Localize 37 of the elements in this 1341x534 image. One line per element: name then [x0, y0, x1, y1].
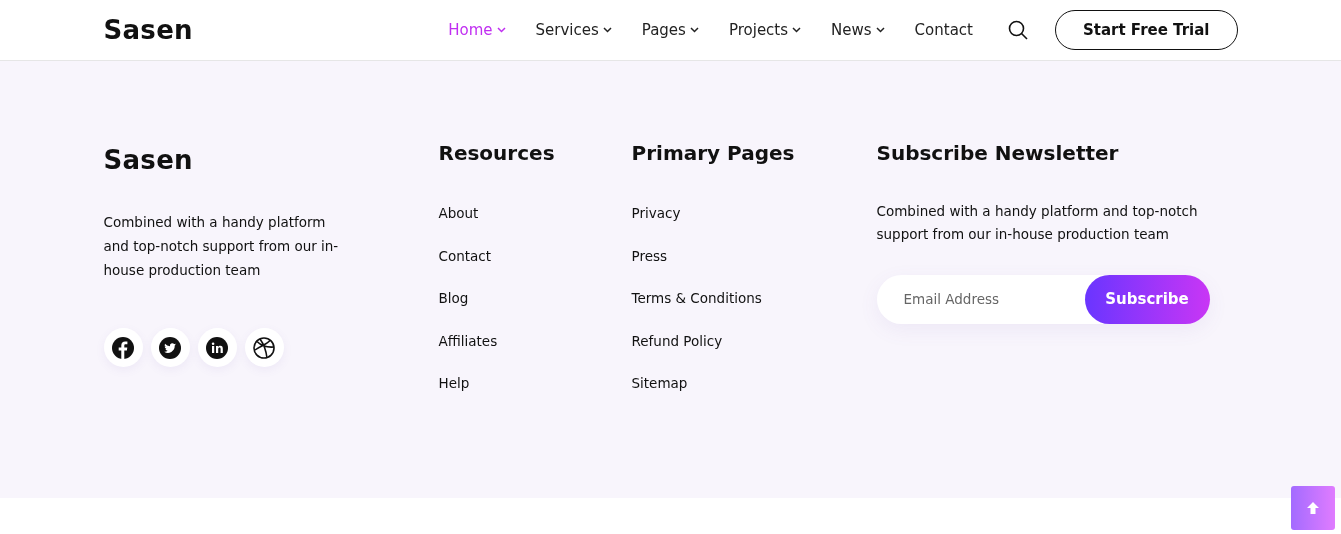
bird-icon	[159, 336, 181, 359]
footer-link[interactable]: Privacy	[631, 203, 877, 223]
nav-link[interactable]: Services	[535, 18, 612, 42]
footer-link[interactable]: About	[438, 203, 632, 223]
start-trial-button[interactable]: Start Free Trial	[1054, 10, 1238, 50]
in-logo-icon	[206, 336, 228, 359]
footer-link[interactable]: Blog	[438, 288, 632, 308]
social-button[interactable]	[197, 328, 237, 367]
nav-link[interactable]: News	[831, 18, 885, 42]
nav-link[interactable]: Pages	[641, 18, 699, 42]
footer-logo: Sasen	[103, 144, 194, 177]
footer-link[interactable]: Refund Policy	[631, 330, 877, 351]
column-heading: Resources	[438, 141, 556, 165]
footer-link[interactable]: Affiliates	[438, 330, 632, 351]
social-button[interactable]	[150, 328, 190, 367]
footer-link[interactable]: Press	[631, 245, 877, 266]
ball-icon	[253, 336, 275, 359]
column-heading: Primary Pages	[631, 141, 796, 165]
footer-link[interactable]: Terms & Conditions	[631, 288, 877, 308]
footer-link[interactable]: Contact	[438, 245, 632, 266]
email-field[interactable]: Email Address Subscribe	[876, 275, 1210, 324]
social-button[interactable]	[244, 328, 284, 367]
nav-link[interactable]: Projects	[728, 18, 802, 42]
back-to-top-button[interactable]	[1291, 486, 1335, 530]
brand-description: Combined with a handy platform and top-notch support from our in-house production team	[103, 213, 340, 280]
newsletter-description: Combined with a handy platform and top-notch support from our in-house production team	[876, 202, 1199, 244]
logo[interactable]: Sasen	[103, 10, 193, 50]
f-logo-icon	[112, 336, 134, 359]
search-icon[interactable]	[1007, 20, 1028, 40]
nav-link[interactable]: Home	[448, 18, 506, 42]
newsletter-heading: Subscribe Newsletter	[876, 141, 1120, 165]
arrow-up-icon	[1307, 502, 1319, 514]
footer-link[interactable]: Help	[438, 373, 632, 393]
social-button[interactable]	[103, 328, 143, 367]
subscribe-button[interactable]: Subscribe	[1084, 275, 1210, 324]
footer-link[interactable]: Sitemap	[631, 373, 877, 393]
nav-link[interactable]: Contact	[914, 18, 973, 42]
